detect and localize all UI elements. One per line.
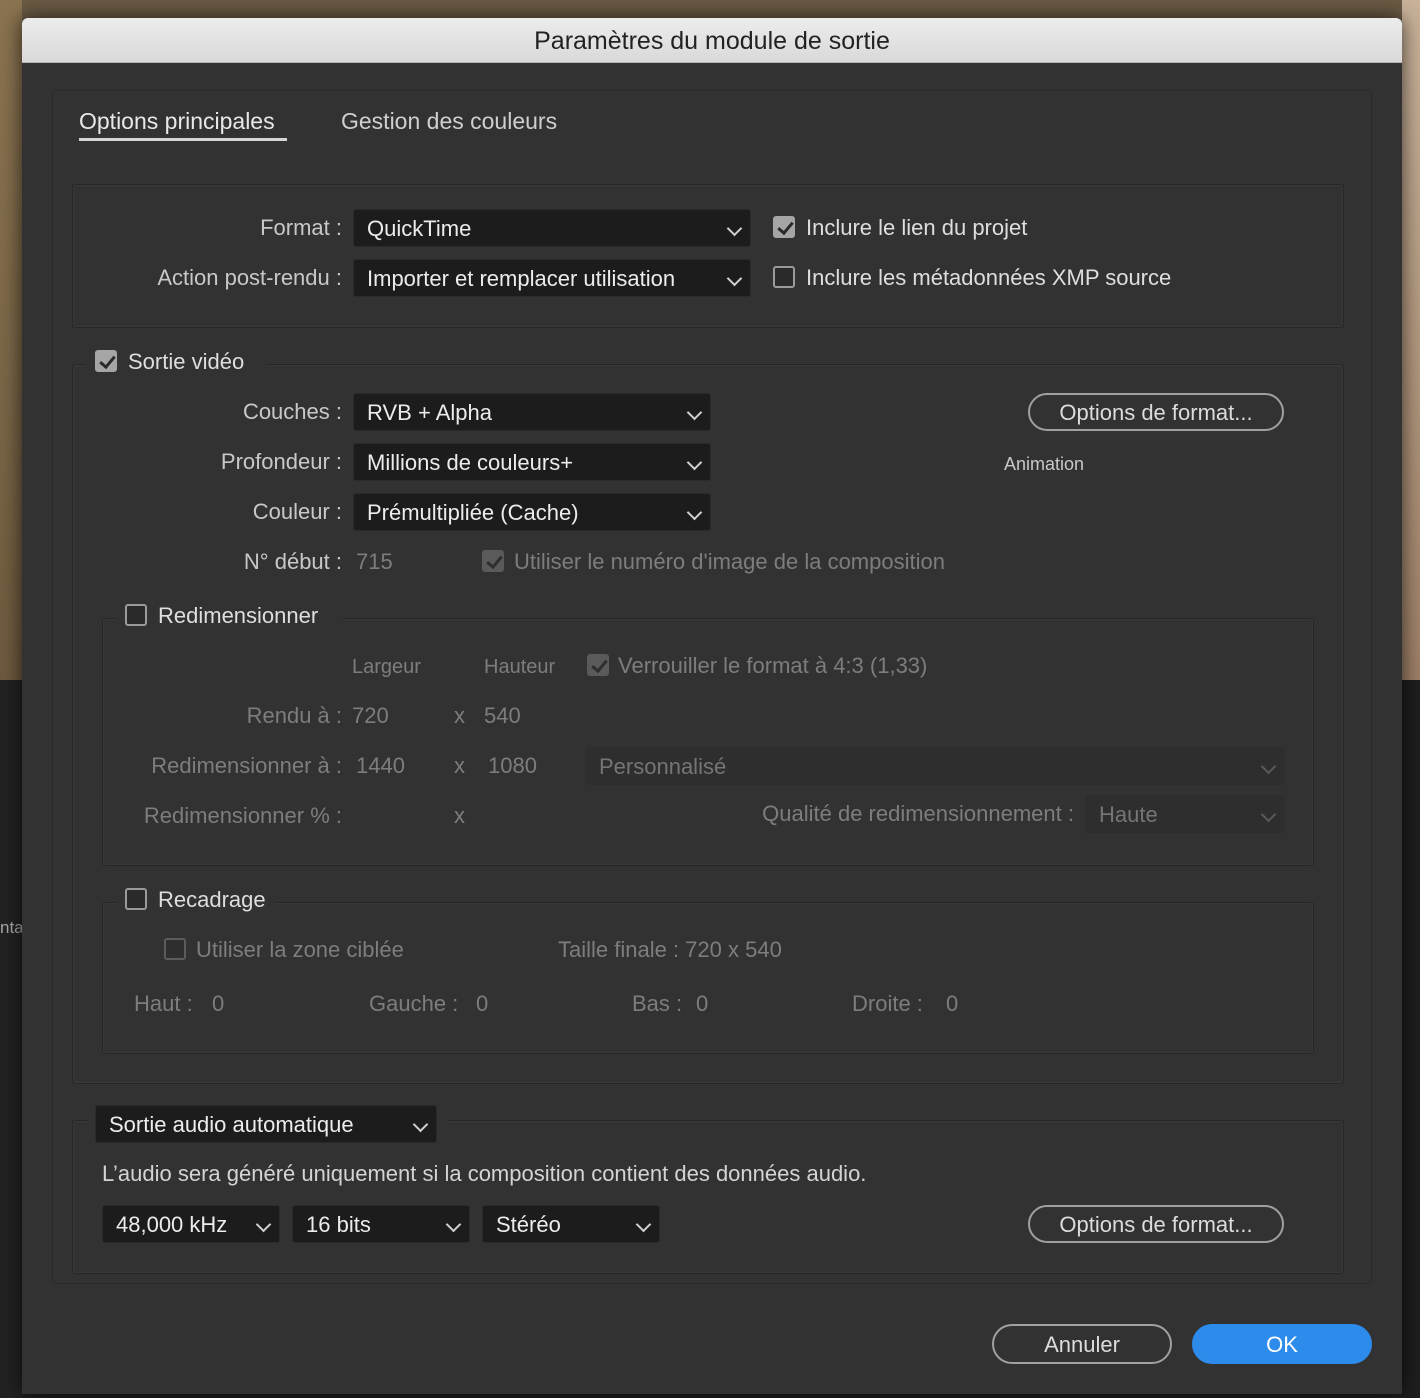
depth-select[interactable]: Millions de couleurs+ [353, 443, 711, 481]
audio-bits-select[interactable]: 16 bits [292, 1205, 470, 1243]
general-settings-box [72, 184, 1344, 328]
start-frame-value[interactable]: 715 [356, 549, 393, 575]
resize-checkbox[interactable] [125, 604, 147, 626]
rendered-at-label: Rendu à : [246, 703, 342, 728]
times-symbol: x [454, 703, 465, 728]
audio-mode-value: Sortie audio automatique [109, 1112, 354, 1137]
crop-label: Recadrage [158, 887, 266, 912]
active-tab-indicator [79, 138, 287, 141]
crop-right-field[interactable]: 0 [946, 991, 958, 1017]
cancel-button[interactable]: Annuler [992, 1324, 1172, 1364]
background-left-text: nta [0, 918, 24, 937]
ok-button[interactable]: OK [1192, 1324, 1372, 1364]
crop-bottom-field[interactable]: 0 [696, 991, 708, 1017]
include-xmp-label: Inclure les métadonnées XMP source [806, 265, 1172, 290]
crop-top-label: Haut : [134, 991, 193, 1016]
depth-label: Profondeur : [220, 449, 342, 474]
post-render-select[interactable]: Importer et remplacer utilisation [353, 259, 751, 297]
crop-box [102, 902, 1314, 1054]
chevron-down-icon [412, 1116, 429, 1133]
audio-note: L’audio sera généré uniquement si la com… [102, 1161, 867, 1186]
use-roi-label: Utiliser la zone ciblée [196, 937, 404, 962]
audio-bits-value: 16 bits [306, 1212, 371, 1237]
color-select-value: Prémultipliée (Cache) [367, 500, 579, 525]
include-xmp-checkbox[interactable] [773, 266, 795, 288]
chevron-down-icon [255, 1216, 272, 1233]
resize-quality-label: Qualité de redimensionnement : [762, 801, 1074, 826]
resize-height-field[interactable]: 1080 [488, 753, 537, 779]
output-module-dialog: Paramètres du module de sortie Options p… [22, 18, 1402, 1394]
crop-top-field[interactable]: 0 [212, 991, 224, 1017]
audio-output-box [72, 1120, 1344, 1274]
format-select-value: QuickTime [367, 216, 472, 241]
chevron-down-icon [686, 404, 703, 421]
audio-mode-select[interactable]: Sortie audio automatique [95, 1105, 437, 1143]
channels-select[interactable]: RVB + Alpha [353, 393, 711, 431]
audio-rate-select[interactable]: 48,000 kHz [102, 1205, 280, 1243]
use-roi-checkbox[interactable] [164, 938, 186, 960]
resize-to-label: Redimensionner à : [151, 753, 342, 778]
chevron-down-icon [686, 454, 703, 471]
background-right-image [1402, 0, 1420, 680]
resize-quality-select[interactable]: Haute [1085, 795, 1285, 833]
audio-channels-value: Stéréo [496, 1212, 561, 1237]
lock-ratio-checkbox[interactable] [587, 654, 609, 676]
channels-label: Couches : [242, 399, 342, 424]
resize-quality-value: Haute [1099, 802, 1158, 827]
rendered-width: 720 [352, 703, 389, 728]
crop-right-label: Droite : [852, 991, 923, 1016]
video-output-label: Sortie vidéo [128, 349, 245, 374]
times-symbol: x [454, 803, 465, 828]
tab-color-management[interactable]: Gestion des couleurs [341, 108, 557, 135]
codec-label: Animation [1004, 454, 1085, 474]
chevron-down-icon [1260, 758, 1277, 775]
width-header: Largeur [352, 656, 421, 678]
times-symbol: x [454, 753, 465, 778]
video-output-checkbox[interactable] [95, 350, 117, 372]
use-comp-frame-checkbox[interactable] [482, 550, 504, 572]
format-label: Format : [260, 215, 342, 240]
include-project-link-label: Inclure le lien du projet [806, 215, 1028, 240]
chevron-down-icon [635, 1216, 652, 1233]
post-render-label: Action post-rendu : [157, 265, 342, 290]
start-frame-label: N° début : [243, 549, 342, 574]
resize-width-field[interactable]: 1440 [356, 753, 405, 779]
resize-preset-select[interactable]: Personnalisé [585, 747, 1285, 785]
channels-select-value: RVB + Alpha [367, 400, 492, 425]
resize-percent-label: Redimensionner % : [143, 803, 342, 828]
audio-channels-select[interactable]: Stéréo [482, 1205, 660, 1243]
resize-label: Redimensionner [158, 603, 319, 628]
video-format-options-button[interactable]: Options de format... [1028, 393, 1284, 431]
height-header: Hauteur [484, 656, 556, 678]
color-label: Couleur : [252, 499, 342, 524]
chevron-down-icon [1260, 806, 1277, 823]
chevron-down-icon [726, 270, 743, 287]
depth-select-value: Millions de couleurs+ [367, 450, 574, 475]
crop-bottom-label: Bas : [632, 991, 683, 1016]
dialog-title: Paramètres du module de sortie [22, 18, 1402, 63]
chevron-down-icon [686, 504, 703, 521]
audio-rate-value: 48,000 kHz [116, 1212, 228, 1237]
final-size-label: Taille finale : 720 x 540 [558, 937, 782, 962]
crop-left-label: Gauche : [369, 991, 459, 1016]
chevron-down-icon [445, 1216, 462, 1233]
resize-preset-value: Personnalisé [599, 754, 727, 779]
rendered-height: 540 [484, 703, 521, 728]
use-comp-frame-label: Utiliser le numéro d'image de la composi… [514, 549, 945, 574]
format-select[interactable]: QuickTime [353, 209, 751, 247]
crop-checkbox[interactable] [125, 888, 147, 910]
lock-ratio-label: Verrouiller le format à 4:3 (1,33) [618, 653, 928, 678]
tab-main-options[interactable]: Options principales [79, 108, 275, 135]
include-project-link-checkbox[interactable] [773, 216, 795, 238]
chevron-down-icon [726, 220, 743, 237]
crop-left-field[interactable]: 0 [476, 991, 488, 1017]
post-render-select-value: Importer et remplacer utilisation [367, 266, 676, 291]
audio-format-options-button[interactable]: Options de format... [1028, 1205, 1284, 1243]
color-select[interactable]: Prémultipliée (Cache) [353, 493, 711, 531]
background-left-image [0, 0, 22, 680]
